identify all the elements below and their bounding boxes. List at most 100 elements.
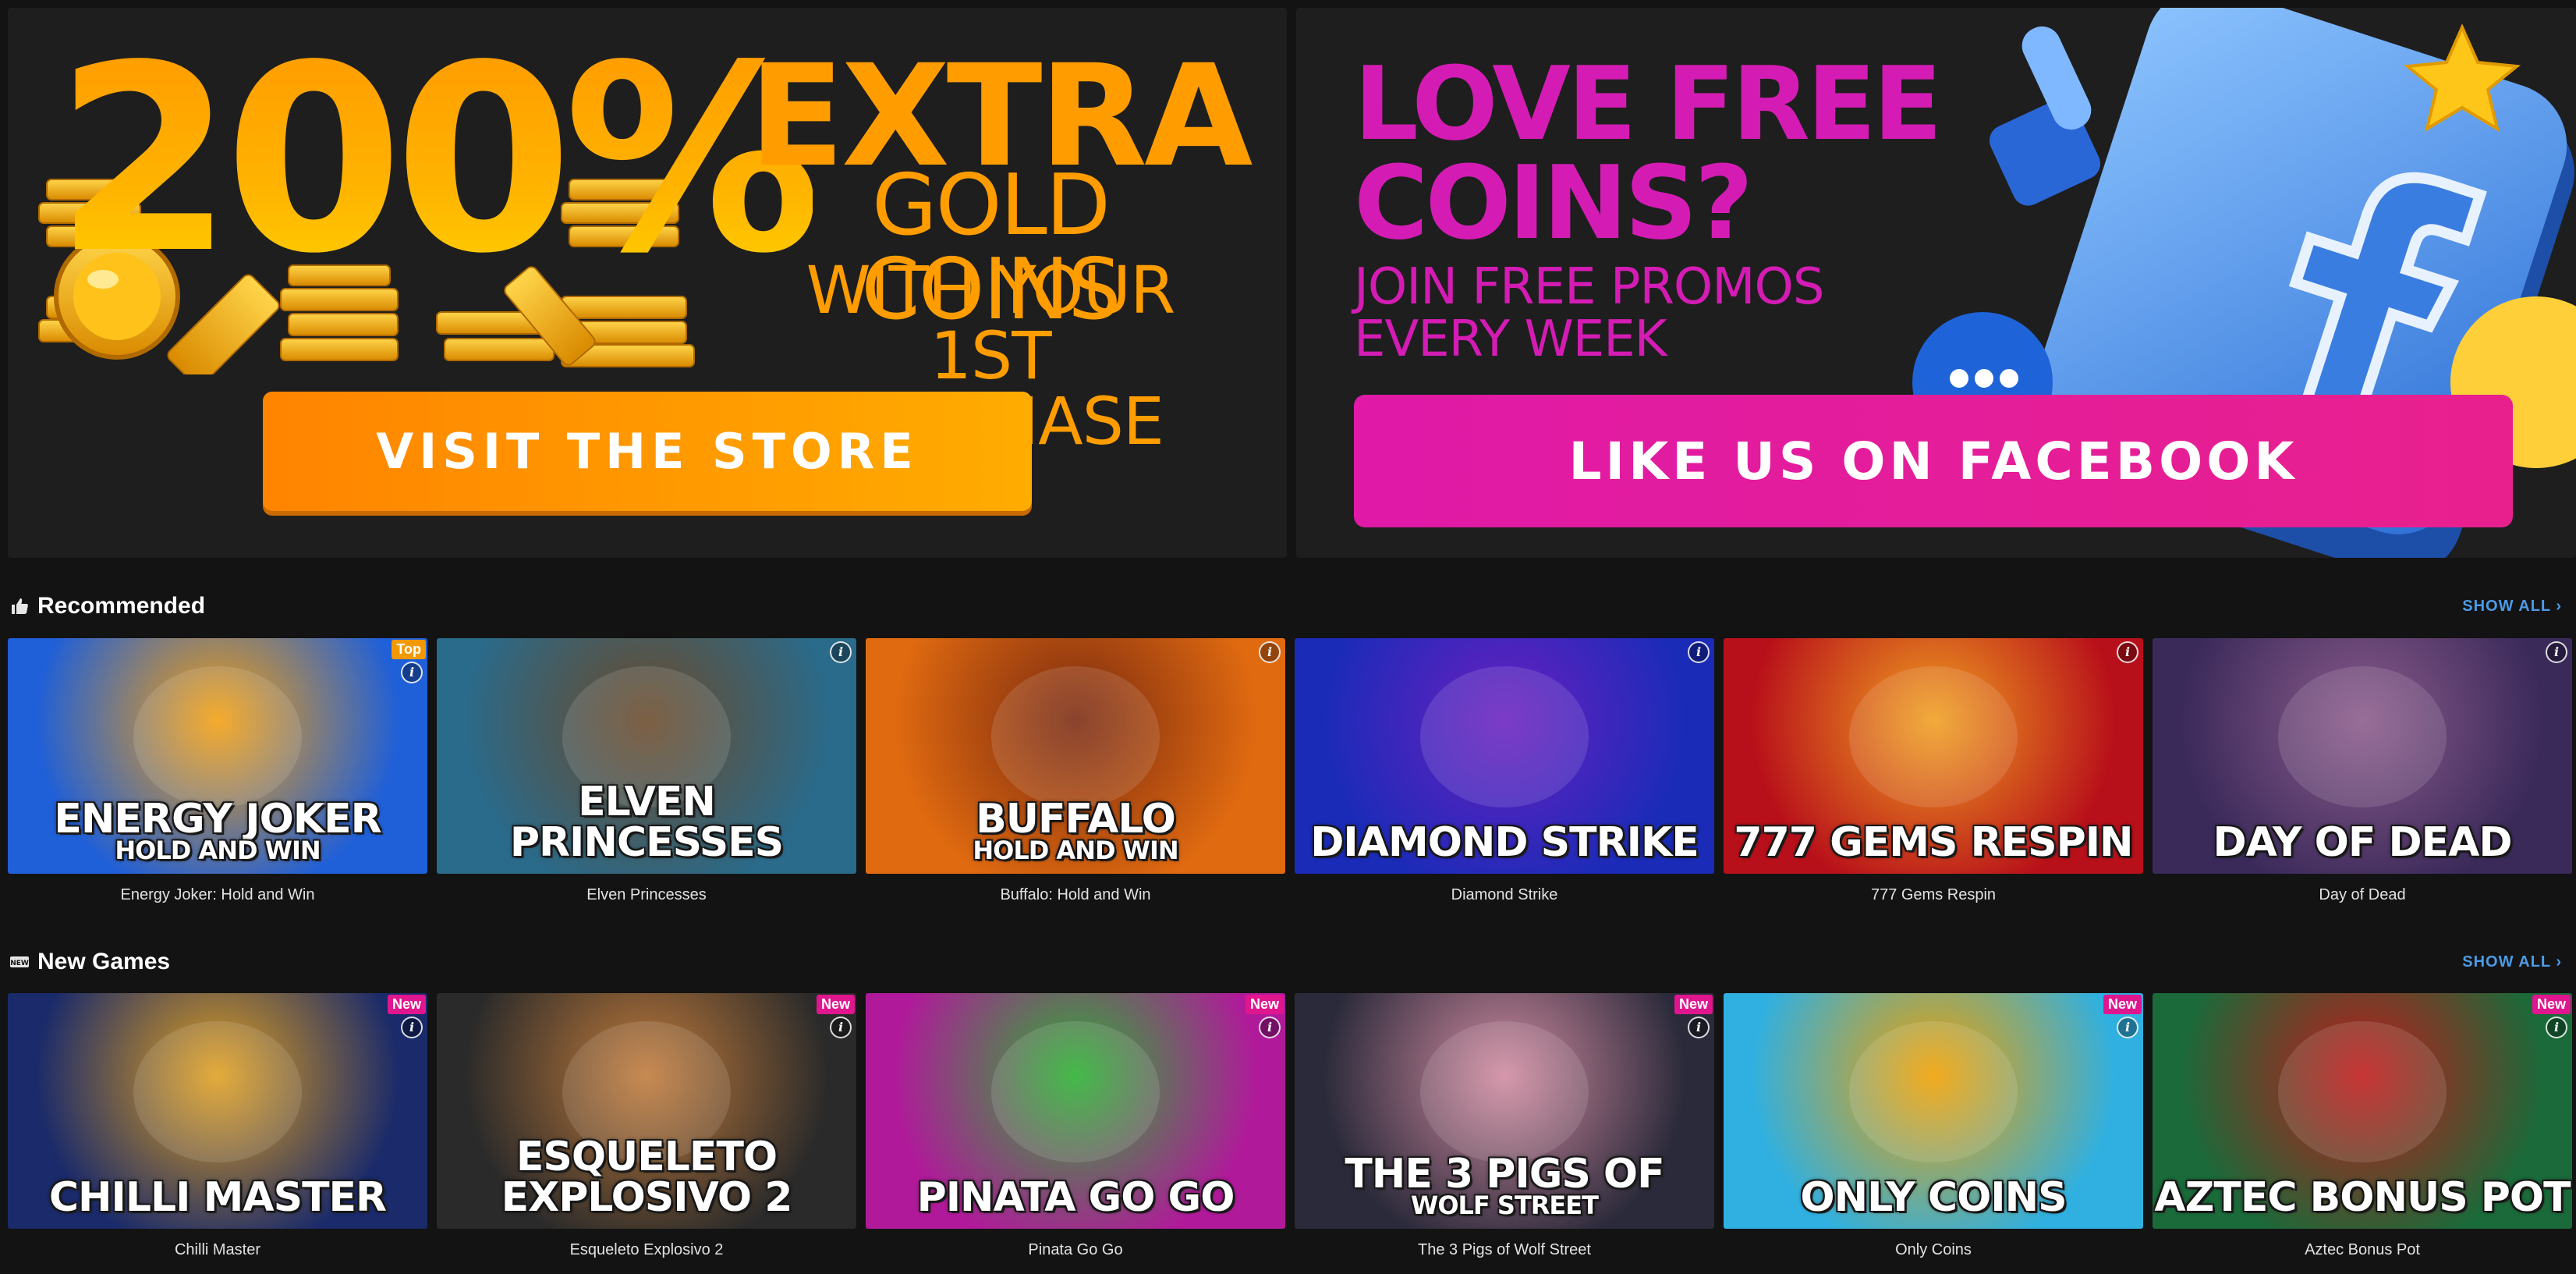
game-art-shape (133, 666, 302, 808)
info-icon[interactable]: i (830, 641, 852, 663)
game-art-shape (2278, 666, 2447, 808)
game-thumbnail[interactable]: ELVEN PRINCESSES i (437, 638, 856, 874)
game-art-shape (1849, 1021, 2018, 1163)
game-art-title: ESQUELETO EXPLOSIVO 2 (437, 1137, 856, 1218)
join-free-promos-text: JOIN FREE PROMOS (1354, 258, 1824, 316)
love-free-coins-headline: LOVE FREE COINS? (1354, 44, 1942, 263)
with-your-text: WITH YOUR (806, 252, 1176, 328)
game-art-title-main: AZTEC BONUS POT (2154, 1174, 2571, 1221)
info-icon[interactable]: i (830, 1017, 852, 1038)
game-thumbnail[interactable]: DIAMOND STRIKE i (1295, 638, 1714, 874)
game-card[interactable]: AZTEC BONUS POT New i Aztec Bonus Pot (2153, 993, 2572, 1274)
game-art-title-main: PINATA GO GO (916, 1174, 1235, 1221)
game-caption[interactable]: Esqueleto Explosivo 2 (437, 1241, 856, 1259)
game-card[interactable]: ELVEN PRINCESSES i Elven Princesses (437, 638, 856, 919)
game-card[interactable]: ONLY COINS New i Only Coins (1724, 993, 2143, 1274)
info-icon[interactable]: i (2117, 1017, 2138, 1038)
top-badge: Top (392, 640, 426, 659)
info-icon[interactable]: i (2117, 641, 2138, 663)
game-thumbnail[interactable]: AZTEC BONUS POT New i (2153, 993, 2572, 1229)
percent-headline: 200% (55, 10, 821, 310)
game-thumbnail[interactable]: 777 GEMS RESPIN i (1724, 638, 2143, 874)
game-art-title-main: DIAMOND STRIKE (1310, 819, 1699, 866)
game-thumbnail[interactable]: BUFFALO HOLD AND WIN i (866, 638, 1285, 874)
game-thumbnail[interactable]: THE 3 PIGS OF WOLF STREET New i (1295, 993, 1714, 1229)
game-caption[interactable]: Energy Joker: Hold and Win (8, 886, 427, 904)
new-games-section-header: NEW New Games SHOW ALL › (8, 946, 2568, 978)
game-art-title: DAY OF DEAD (2153, 822, 2572, 863)
love-free-text: LOVE FREE (1354, 44, 1942, 163)
new-badge: New (387, 995, 426, 1014)
game-art-title: AZTEC BONUS POT (2153, 1177, 2572, 1218)
game-art-shape (1849, 666, 2018, 808)
new-badge: New (1674, 995, 1713, 1014)
info-icon[interactable]: i (2546, 1017, 2567, 1038)
new-badge-icon: NEW (8, 950, 31, 974)
game-art-title-main: DAY OF DEAD (2213, 819, 2512, 866)
game-thumbnail[interactable]: ESQUELETO EXPLOSIVO 2 New i (437, 993, 856, 1229)
game-thumbnail[interactable]: PINATA GO GO New i (866, 993, 1285, 1229)
game-art-shape (991, 1021, 1160, 1163)
game-card[interactable]: DIAMOND STRIKE i Diamond Strike (1295, 638, 1714, 919)
new-badge: New (1245, 995, 1284, 1014)
game-card[interactable]: BUFFALO HOLD AND WIN i Buffalo: Hold and Wi… (866, 638, 1285, 919)
recommended-title: Recommended (37, 593, 206, 619)
game-card[interactable]: PINATA GO GO New i Pinata Go Go (866, 993, 1285, 1274)
game-art-title: THE 3 PIGS OF WOLF STREET (1295, 1154, 1714, 1218)
game-card[interactable]: CHILLI MASTER New i Chilli Master (8, 993, 427, 1274)
game-caption[interactable]: 777 Gems Respin (1724, 886, 2143, 904)
like-facebook-button[interactable]: LIKE US ON FACEBOOK (1354, 395, 2513, 527)
game-art-title-main: ESQUELETO EXPLOSIVO 2 (501, 1134, 793, 1221)
game-caption[interactable]: Aztec Bonus Pot (2153, 1241, 2572, 1259)
info-icon[interactable]: i (2546, 641, 2567, 663)
game-caption[interactable]: The 3 Pigs of Wolf Street (1295, 1241, 1714, 1259)
game-art-subtitle: HOLD AND WIN (973, 836, 1178, 865)
store-promo-banner: 200% EXTRA GOLD COINS WITH YOUR 1ST PURC… (8, 8, 1287, 558)
game-art-shape (1420, 1021, 1589, 1163)
game-caption[interactable]: Chilli Master (8, 1241, 427, 1259)
recommended-section-header: Recommended SHOW ALL › (8, 591, 2568, 622)
coins-question-text: COINS? (1354, 144, 1753, 263)
info-icon[interactable]: i (401, 662, 423, 683)
game-art-title-main: ONLY COINS (1800, 1174, 2067, 1221)
game-caption[interactable]: Pinata Go Go (866, 1241, 1285, 1259)
game-card[interactable]: ENERGY JOKER HOLD AND WIN Top i Energy Joker… (8, 638, 427, 919)
game-art-title: 777 GEMS RESPIN (1724, 822, 2143, 863)
new-games-show-all-link[interactable]: SHOW ALL › (2462, 953, 2562, 971)
info-icon[interactable]: i (401, 1017, 423, 1038)
game-thumbnail[interactable]: ONLY COINS New i (1724, 993, 2143, 1229)
game-art-shape (2278, 1021, 2447, 1163)
game-thumbnail[interactable]: ENERGY JOKER HOLD AND WIN Top i (8, 638, 427, 874)
join-promos-text: JOIN FREE PROMOS EVERY WEEK (1354, 261, 1824, 366)
thumbs-up-icon (8, 594, 31, 618)
info-icon[interactable]: i (1259, 641, 1281, 663)
game-caption[interactable]: Elven Princesses (437, 886, 856, 904)
new-badge: New (2103, 995, 2142, 1014)
game-card[interactable]: THE 3 PIGS OF WOLF STREET New i The 3 Pigs o… (1295, 993, 1714, 1274)
game-card[interactable]: DAY OF DEAD i Day of Dead (2153, 638, 2572, 919)
game-caption[interactable]: Diamond Strike (1295, 886, 1714, 904)
recommended-show-all-link[interactable]: SHOW ALL › (2462, 598, 2562, 616)
every-week-text: EVERY WEEK (1354, 311, 1667, 369)
info-icon[interactable]: i (1259, 1017, 1281, 1038)
game-art-title: PINATA GO GO (866, 1177, 1285, 1218)
game-thumbnail[interactable]: DAY OF DEAD i (2153, 638, 2572, 874)
game-card[interactable]: ESQUELETO EXPLOSIVO 2 New i Esqueleto Explo… (437, 993, 856, 1274)
game-caption[interactable]: Only Coins (1724, 1241, 2143, 1259)
game-card[interactable]: 777 GEMS RESPIN i 777 Gems Respin (1724, 638, 2143, 919)
thumbs-up-decoration (1989, 26, 2101, 206)
game-art-title: DIAMOND STRIKE (1295, 822, 1714, 863)
game-art-title: CHILLI MASTER (8, 1177, 427, 1218)
game-thumbnail[interactable]: CHILLI MASTER New i (8, 993, 427, 1229)
game-caption[interactable]: Buffalo: Hold and Win (866, 886, 1285, 904)
game-art-title: BUFFALO HOLD AND WIN (866, 799, 1285, 863)
new-badge: New (2532, 995, 2571, 1014)
game-caption[interactable]: Day of Dead (2153, 886, 2572, 904)
game-art-title: ELVEN PRINCESSES (437, 782, 856, 863)
visit-store-button[interactable]: VISIT THE STORE (263, 392, 1032, 511)
new-games-title: New Games (37, 949, 171, 974)
info-icon[interactable]: i (1688, 1017, 1710, 1038)
game-art-shape (991, 666, 1160, 808)
info-icon[interactable]: i (1688, 641, 1710, 663)
svg-text:NEW: NEW (10, 960, 29, 967)
